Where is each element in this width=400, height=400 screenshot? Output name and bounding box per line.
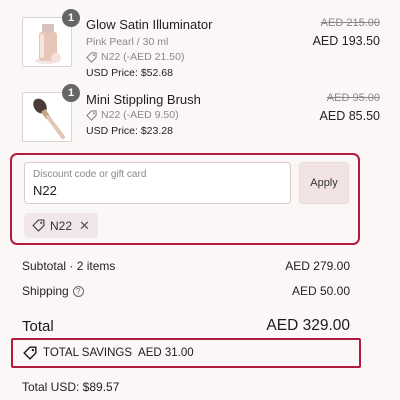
total-value: AED 329.00 — [266, 317, 350, 334]
tag-icon — [86, 51, 97, 63]
applied-code-text: N22 — [50, 218, 73, 233]
tag-icon — [32, 219, 45, 232]
tag-icon — [86, 109, 97, 121]
discount-field-label: Discount code or gift card — [33, 169, 147, 180]
savings-value: AED 31.00 — [138, 347, 194, 359]
line-item: 1 Glow Satin Illuminator Pink Pearl / 30… — [22, 9, 380, 87]
subtotal-label: Subtotal · 2 items — [22, 259, 116, 273]
usd-price: USD Price: $23.28 — [86, 125, 173, 137]
total-row: Total AED 329.00 — [22, 317, 350, 335]
quantity-badge: 1 — [62, 9, 80, 27]
item-discount: N22 (-AED 21.50) — [86, 51, 184, 63]
discount-section: Discount code or gift card Apply N22 ✕ — [10, 153, 360, 245]
help-icon[interactable]: ? — [72, 286, 84, 297]
apply-button[interactable]: Apply — [299, 162, 349, 204]
total-label: Total — [22, 318, 54, 335]
quantity-badge: 1 — [62, 84, 80, 102]
usd-price: USD Price: $52.68 — [86, 67, 173, 79]
product-name: Mini Stippling Brush — [86, 92, 201, 107]
tag-icon — [23, 346, 37, 360]
subtotal-value: AED 279.00 — [285, 259, 350, 273]
savings-label: TOTAL SAVINGS — [43, 347, 133, 359]
usd-total: Total USD: $89.57 — [22, 380, 120, 394]
original-price: AED 95.00 — [326, 92, 380, 104]
item-discount: N22 (-AED 9.50) — [86, 109, 179, 121]
item-discount-text: N22 (-AED 9.50) — [101, 109, 179, 121]
item-discount-text: N22 (-AED 21.50) — [101, 51, 185, 63]
line-item: 1 Mini Stippling Brush N22 (-AED 9.50) U… — [22, 84, 380, 162]
discount-field[interactable]: Discount code or gift card — [24, 162, 291, 204]
remove-code-icon[interactable]: ✕ — [79, 218, 90, 234]
discounted-price: AED 85.50 — [319, 109, 380, 123]
applied-code-chip: N22 ✕ — [24, 213, 98, 238]
illuminator-bottle-icon — [35, 24, 61, 64]
makeup-brush-icon — [33, 98, 65, 139]
shipping-value: AED 50.00 — [291, 284, 350, 298]
total-savings-banner: TOTAL SAVINGS AED 31.00 — [11, 338, 361, 368]
shipping-label: Shipping — [22, 284, 69, 298]
product-name: Glow Satin Illuminator — [86, 17, 213, 32]
shipping-row: Shipping? AED 50.00 — [22, 284, 350, 298]
discount-code-input[interactable] — [33, 183, 273, 198]
product-variant: Pink Pearl / 30 ml — [86, 36, 169, 48]
subtotal-row: Subtotal · 2 items AED 279.00 — [22, 259, 350, 273]
original-price: AED 215.00 — [320, 17, 380, 29]
discounted-price: AED 193.50 — [312, 34, 380, 48]
